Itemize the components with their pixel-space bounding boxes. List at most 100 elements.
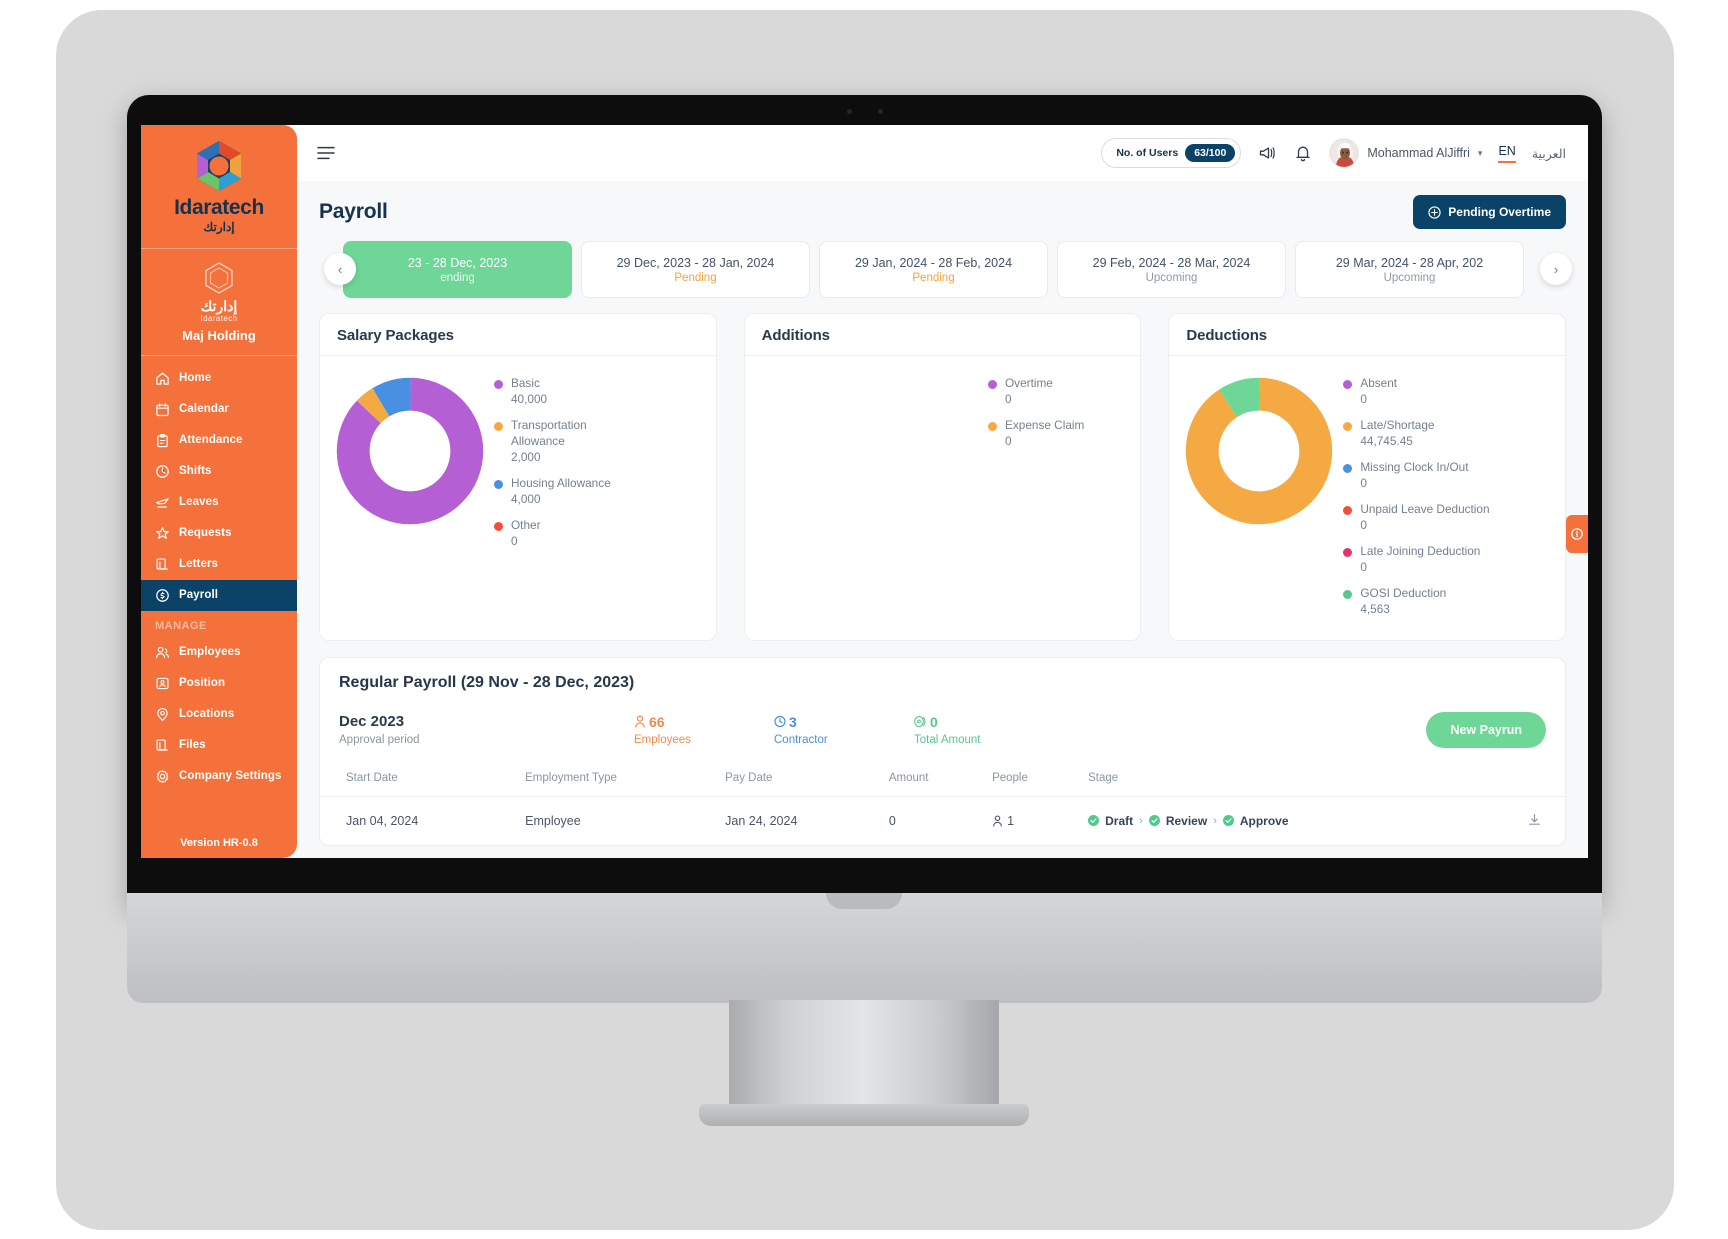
user-menu[interactable]: Mohammad AlJiffri ▾ (1329, 138, 1482, 168)
column-actions (1481, 761, 1565, 797)
legend-item: Missing Clock In/Out 0 (1343, 460, 1553, 490)
check-circle-icon (1222, 815, 1234, 827)
language-en[interactable]: EN (1498, 144, 1516, 163)
donut-svg (336, 377, 484, 525)
page-header: Payroll Pending Overtime (319, 195, 1566, 229)
page-content: Payroll Pending Overtime ‹ 23 - 28 Dec, … (297, 181, 1588, 858)
sidebar-item-requests[interactable]: Requests (141, 518, 297, 549)
sidebar-item-calendar[interactable]: Calendar (141, 394, 297, 425)
sidebar-item-employees[interactable]: Employees (141, 637, 297, 668)
info-icon (1571, 528, 1583, 540)
stat-value: 66 (649, 713, 665, 730)
payroll-period-title: Dec 2023 (339, 713, 405, 731)
sidebar-item-files[interactable]: Files (141, 730, 297, 761)
new-payrun-button[interactable]: New Payrun (1426, 711, 1546, 748)
cell-pay-date: Jan 24, 2024 (725, 813, 798, 828)
home-icon (156, 372, 169, 385)
period-next-button[interactable]: › (1540, 253, 1572, 285)
legend-item: Late/Shortage 44,745.45 (1343, 418, 1553, 448)
pending-overtime-label: Pending Overtime (1448, 205, 1551, 219)
organization-arabic: إدارتك (200, 298, 238, 314)
legend-item: Housing Allowance 4,000 (494, 476, 704, 506)
payroll-period: Dec 2023 Approval period (339, 713, 634, 746)
download-icon[interactable] (1528, 813, 1541, 826)
sidebar-item-home[interactable]: Home (141, 363, 297, 394)
sidebar-item-leaves[interactable]: Leaves (141, 487, 297, 518)
stat-value: 0 (930, 713, 938, 730)
bell-icon[interactable] (1293, 143, 1313, 163)
period-tab[interactable]: 29 Dec, 2023 - 28 Jan, 2024 Pending (581, 241, 810, 298)
sidebar-item-label: Locations (179, 707, 235, 720)
period-range: 29 Jan, 2024 - 28 Feb, 2024 (854, 255, 1013, 270)
legend-color-swatch (1343, 463, 1353, 473)
sidebar-item-label: Home (179, 371, 212, 384)
stat-value: 3 (789, 713, 797, 730)
people-count: 1 (1007, 813, 1015, 828)
card-title: Salary Packages (320, 314, 716, 356)
sidebar-item-position[interactable]: Position (141, 668, 297, 699)
sidebar-section-manage: MANAGE (155, 620, 207, 632)
sidebar-item-letters[interactable]: Letters (141, 549, 297, 580)
language-ar[interactable]: العربية (1532, 146, 1566, 161)
sidebar-item-label: Payroll (179, 588, 219, 601)
sidebar-item-shifts[interactable]: Shifts (141, 456, 297, 487)
legend-value: 0 (1005, 391, 1012, 406)
sidebar-item-payroll[interactable]: Payroll (141, 580, 297, 611)
legend-item: Expense Claim 0 (988, 418, 1084, 448)
clock-icon (774, 715, 786, 728)
payroll-summary: Dec 2023 Approval period 66 Employees 3 … (320, 706, 1565, 762)
legend-color-swatch (1343, 421, 1353, 431)
table-row[interactable]: Jan 04, 2024 Employee Jan 24, 2024 0 1 D… (320, 796, 1565, 845)
coin-icon (156, 589, 169, 602)
legend-item: Absent 0 (1343, 376, 1553, 406)
additions-card: Additions Overtime 0 Expense Claim 0 (743, 313, 1142, 641)
legend-item: Unpaid Leave Deduction 0 (1343, 502, 1553, 532)
help-info-tab[interactable] (1566, 515, 1588, 553)
additions-legend: Overtime 0 Expense Claim 0 (988, 370, 1084, 460)
organization-latin: Idaratech (200, 314, 238, 323)
legend-color-swatch (988, 380, 997, 389)
legend-value: 4,563 (1360, 601, 1390, 616)
monitor-bottom-bezel (127, 893, 1602, 1003)
period-prev-button[interactable]: ‹ (324, 253, 356, 285)
donut-svg (1186, 377, 1333, 525)
stat-label: Total Amount (914, 733, 981, 746)
salary-packages-card: Salary Packages Basic 40,000 Transportat… (319, 313, 717, 641)
screen-viewport: Idaratech إدارتك إدارتك Idaratech Maj Ho… (141, 125, 1588, 858)
period-tab[interactable]: 29 Mar, 2024 - 28 Apr, 202 Upcoming (1295, 241, 1524, 298)
sidebar-item-attendance[interactable]: Attendance (141, 425, 297, 456)
menu-toggle-icon[interactable] (317, 146, 335, 160)
table-body: Jan 04, 2024 Employee Jan 24, 2024 0 1 D… (320, 796, 1565, 845)
megaphone-icon[interactable] (1257, 143, 1277, 163)
sidebar-item-label: Leaves (179, 495, 219, 508)
monitor-notch (826, 893, 902, 909)
cell-download (1481, 796, 1565, 845)
users-count-pill[interactable]: No. of Users 63/100 (1101, 138, 1242, 168)
legend-color-swatch (494, 479, 503, 489)
period-tab[interactable]: 23 - 28 Dec, 2023 ending (343, 241, 572, 298)
stage-progress: Draft › Review › Approve (1088, 814, 1473, 828)
period-tab[interactable]: 29 Feb, 2024 - 28 Mar, 2024 Upcoming (1057, 241, 1286, 298)
sidebar-item-company-settings[interactable]: Company Settings (141, 761, 297, 792)
legend-color-swatch (494, 380, 503, 389)
deductions-legend: Absent 0 Late/Shortage 44,745.45 Missing… (1343, 370, 1553, 628)
stage-draft: Draft (1105, 813, 1134, 828)
check-circle-icon (1148, 815, 1160, 827)
stat-employees: 66 Employees (634, 714, 774, 746)
legend-label: Missing Clock In/Out (1360, 459, 1469, 474)
documents-icon (156, 558, 168, 570)
pending-overtime-button[interactable]: Pending Overtime (1413, 195, 1566, 229)
map-pin-icon (157, 708, 168, 722)
stage-review: Review (1165, 813, 1208, 828)
stat-contractor: 3 Contractor (774, 714, 914, 746)
sidebar-item-locations[interactable]: Locations (141, 699, 297, 730)
period-tab[interactable]: 29 Jan, 2024 - 28 Feb, 2024 Pending (819, 241, 1048, 298)
documents-icon (156, 739, 168, 751)
topbar: No. of Users 63/100 Mohammad AlJiffri ▾ … (297, 125, 1588, 181)
column-amount: Amount (880, 761, 985, 797)
card-body: Basic 40,000 Transportation Allowance 2,… (320, 356, 716, 572)
cell-stage: Draft › Review › Approve (1080, 796, 1481, 845)
legend-color-swatch (1343, 547, 1353, 557)
sidebar-item-label: Company Settings (179, 769, 282, 782)
plane-icon (155, 498, 169, 508)
